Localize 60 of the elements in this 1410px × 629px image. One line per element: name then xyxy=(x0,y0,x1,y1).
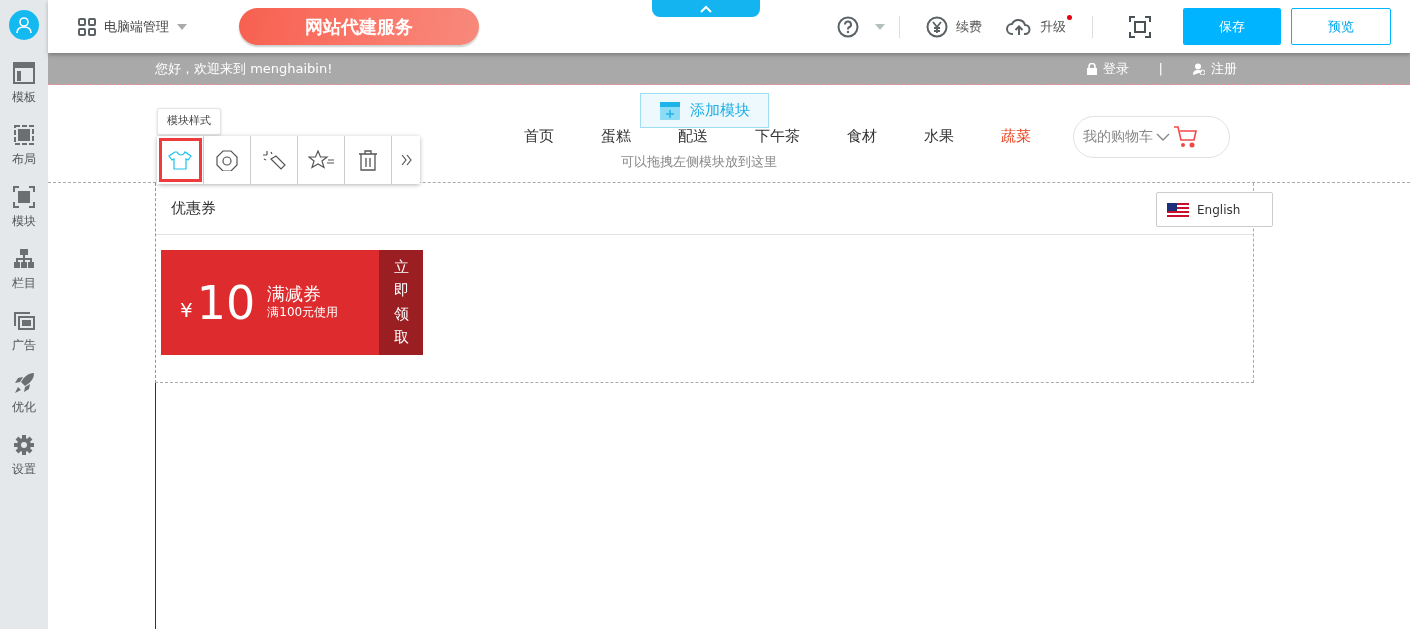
toolbar-button[interactable] xyxy=(298,136,345,184)
drop-hint: 可以拖拽左侧模块放到这里 xyxy=(621,153,777,171)
toolbar-button[interactable] xyxy=(251,136,298,184)
nav-link[interactable]: 食材 xyxy=(847,125,877,148)
sidebar-item[interactable]: 设置 xyxy=(12,460,36,478)
user-add-icon xyxy=(1193,62,1205,75)
settings-icon[interactable] xyxy=(13,434,35,456)
greeting-text: 您好，欢迎来到 menghaibin! xyxy=(155,59,333,78)
separator-text: | xyxy=(1158,59,1163,78)
focus-square-icon[interactable] xyxy=(13,186,35,208)
toolbar-button[interactable] xyxy=(345,136,392,184)
nav-link[interactable]: 首页 xyxy=(524,125,554,148)
language-button[interactable]: English xyxy=(1156,192,1273,227)
toolbar-button[interactable] xyxy=(204,136,251,184)
manager-dropdown[interactable]: 电脑端管理 xyxy=(104,16,169,37)
collapse-button[interactable] xyxy=(652,0,760,17)
nav-link[interactable]: 蛋糕 xyxy=(601,125,631,148)
avatar-icon[interactable] xyxy=(9,10,39,40)
octagon-icon xyxy=(213,149,241,171)
tooltip: 模块样式 xyxy=(157,108,221,135)
fullscreen-icon[interactable] xyxy=(1129,15,1151,38)
nav-link[interactable]: 蔬菜 xyxy=(1001,125,1031,148)
coupon-amount: 10 xyxy=(196,279,256,326)
rocket-icon[interactable] xyxy=(13,372,35,394)
windows-icon[interactable] xyxy=(13,310,35,332)
chevron-down-icon xyxy=(1156,132,1170,141)
cloud-upload-icon xyxy=(1006,16,1032,37)
sidebar-item[interactable]: 模板 xyxy=(12,88,36,106)
module-title: 优惠券 xyxy=(171,198,216,220)
nav-link[interactable]: 配送 xyxy=(678,125,708,148)
magic-wand-icon xyxy=(260,149,288,171)
layout-icon[interactable] xyxy=(13,62,35,84)
cart-icon xyxy=(1173,124,1199,149)
chevron-up-icon xyxy=(700,4,712,13)
shirt-icon xyxy=(166,149,194,171)
yen-icon xyxy=(926,15,948,38)
nav-link[interactable]: 下午茶 xyxy=(755,125,800,148)
coupon-condition: 满100元使用 xyxy=(267,304,339,322)
sidebar-item[interactable]: 布局 xyxy=(12,150,36,168)
upgrade-button[interactable]: 升级 xyxy=(994,16,1078,37)
sidebar-item[interactable]: 优化 xyxy=(12,398,36,416)
star-list-icon xyxy=(307,149,335,171)
grid-icon xyxy=(78,17,96,36)
sidebar-item[interactable]: 模块 xyxy=(12,212,36,230)
claim-button[interactable]: 立即领取 xyxy=(379,250,423,355)
sidebar-item[interactable]: 栏目 xyxy=(12,274,36,292)
toolbar-button[interactable] xyxy=(157,136,204,184)
nav-link[interactable]: 水果 xyxy=(924,125,954,148)
help-icon[interactable] xyxy=(837,15,859,38)
lock-icon xyxy=(1086,62,1097,75)
flag-icon xyxy=(1167,202,1189,217)
currency-symbol: ¥ xyxy=(180,296,193,324)
coupon-name: 满减券 xyxy=(267,283,323,304)
dashed-square-icon[interactable] xyxy=(13,124,35,146)
sidebar-item[interactable]: 广告 xyxy=(12,336,36,354)
caret-icon[interactable] xyxy=(177,23,187,30)
sitemap-icon[interactable] xyxy=(13,248,35,270)
panel-add-icon xyxy=(659,101,680,120)
renew-button[interactable]: 续费 xyxy=(914,15,994,38)
toolbar-button[interactable] xyxy=(392,136,420,184)
